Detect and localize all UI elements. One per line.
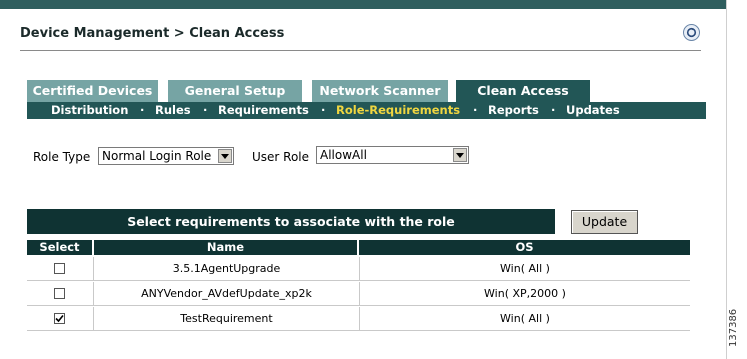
subnav-reports[interactable]: Reports	[488, 102, 539, 119]
subnav-distribution[interactable]: Distribution	[51, 102, 128, 119]
page-title-breadcrumb: Device Management > Clean Access	[20, 26, 285, 41]
column-header-select: Select	[27, 240, 92, 255]
user-role-label: User Role	[252, 150, 310, 164]
requirement-name: 3.5.1AgentUpgrade	[172, 262, 281, 275]
requirement-checkbox[interactable]	[54, 263, 65, 274]
requirement-name: ANYVendor_AVdefUpdate_xp2k	[141, 287, 312, 300]
subnav-separator: ·	[203, 103, 208, 117]
tab-general-setup[interactable]: General Setup	[168, 80, 302, 102]
role-type-value: Normal Login Role	[102, 149, 212, 163]
requirement-os: Win( All )	[500, 312, 550, 325]
role-type-label: Role Type	[33, 150, 91, 164]
checkmark-icon	[55, 314, 64, 323]
requirement-os: Win( XP,2000 )	[484, 287, 566, 300]
tab-network-scanner[interactable]: Network Scanner	[312, 80, 448, 102]
requirements-banner: Select requirements to associate with th…	[27, 209, 555, 234]
tab-clean-access-agent[interactable]: Clean Access Agent	[456, 80, 590, 120]
subnav-separator: ·	[321, 103, 326, 117]
table-row: ANYVendor_AVdefUpdate_xp2k Win( XP,2000 …	[27, 282, 690, 306]
subnav-rules[interactable]: Rules	[155, 102, 191, 119]
requirement-checkbox[interactable]	[54, 313, 65, 324]
subnav-role-requirements[interactable]: Role-Requirements	[336, 102, 460, 119]
subnav-bar: Distribution · Rules · Requirements · Ro…	[27, 102, 706, 119]
subnav-separator: ·	[473, 103, 478, 117]
figure-id: 137386	[728, 308, 739, 347]
title-divider	[20, 50, 701, 51]
update-button[interactable]: Update	[571, 210, 638, 234]
top-bar	[0, 0, 727, 9]
subnav-separator: ·	[140, 103, 145, 117]
requirement-os: Win( All )	[500, 262, 550, 275]
requirement-name: TestRequirement	[180, 312, 273, 325]
help-icon[interactable]	[683, 24, 700, 41]
chevron-down-icon	[218, 149, 232, 163]
subnav-separator: ·	[551, 103, 556, 117]
column-header-name: Name	[94, 240, 357, 255]
user-role-select[interactable]: AllowAll	[316, 146, 469, 164]
subnav-requirements[interactable]: Requirements	[218, 102, 309, 119]
table-row: TestRequirement Win( All )	[27, 307, 690, 331]
subnav-updates[interactable]: Updates	[566, 102, 620, 119]
refresh-icon	[686, 27, 697, 38]
role-type-select[interactable]: Normal Login Role	[98, 147, 234, 165]
table-row: 3.5.1AgentUpgrade Win( All )	[27, 257, 690, 281]
chevron-down-icon	[453, 148, 467, 162]
column-header-os: OS	[359, 240, 690, 255]
user-role-value: AllowAll	[320, 148, 367, 162]
tab-certified-devices[interactable]: Certified Devices	[27, 80, 158, 102]
requirement-checkbox[interactable]	[54, 288, 65, 299]
